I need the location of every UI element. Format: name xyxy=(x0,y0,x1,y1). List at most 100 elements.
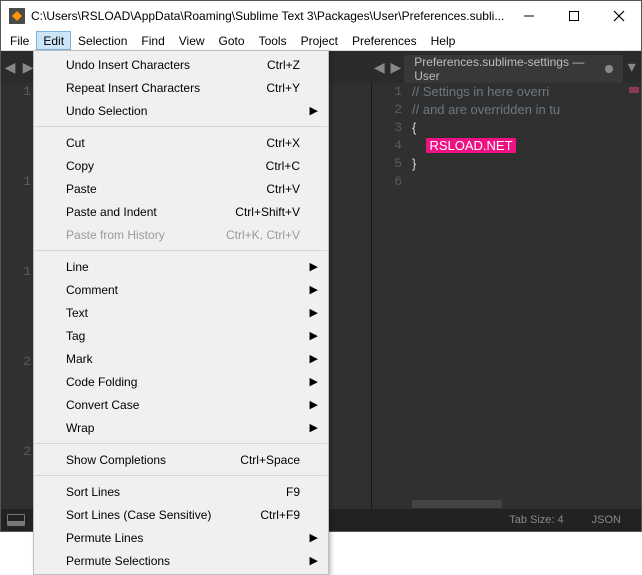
submenu-arrow-icon: ▶ xyxy=(310,421,318,434)
status-tab-size[interactable]: Tab Size: 4 xyxy=(495,514,577,526)
menu-separator xyxy=(35,443,327,444)
menu-item[interactable]: Repeat Insert Characters Ctrl+Y xyxy=(34,76,328,99)
line-number: 5 xyxy=(372,155,412,173)
code-content[interactable]: // Settings in here overri // and are ov… xyxy=(412,83,625,509)
menu-project[interactable]: Project xyxy=(294,31,345,50)
menu-item[interactable]: Tag▶ xyxy=(34,324,328,347)
menu-separator xyxy=(35,126,327,127)
menu-item: Paste from HistoryCtrl+K, Ctrl+V xyxy=(34,223,328,246)
menu-item[interactable]: Text▶ xyxy=(34,301,328,324)
maximize-button[interactable] xyxy=(551,1,596,31)
close-button[interactable] xyxy=(596,1,641,31)
menu-item-label: Line xyxy=(66,260,89,274)
menu-find[interactable]: Find xyxy=(134,31,171,50)
code-line: RSLOAD.NET xyxy=(412,137,625,155)
menu-item-label: Mark xyxy=(66,352,93,366)
menu-help[interactable]: Help xyxy=(424,31,463,50)
menu-separator xyxy=(35,250,327,251)
menu-item[interactable]: Undo Selection▶ xyxy=(34,99,328,122)
menu-item-label: Sort Lines (Case Sensitive) xyxy=(66,508,211,522)
menu-item[interactable]: Line▶ xyxy=(34,255,328,278)
submenu-arrow-icon: ▶ xyxy=(310,398,318,411)
code-line: // Settings in here overri xyxy=(412,83,625,101)
line-number: 3 xyxy=(372,119,412,137)
edit-menu-dropdown: Undo Insert CharactersCtrl+ZRepeat Inser… xyxy=(33,50,329,575)
tab-preferences[interactable]: Preferences.sublime-settings — User xyxy=(404,55,622,83)
menu-item-label: Sort Lines xyxy=(66,485,120,499)
menu-item-label: Paste xyxy=(66,182,97,196)
menu-edit[interactable]: Edit xyxy=(36,31,71,50)
menu-item[interactable]: Paste Ctrl+V xyxy=(34,177,328,200)
submenu-arrow-icon: ▶ xyxy=(310,375,318,388)
titlebar: C:\Users\RSLOAD\AppData\Roaming\Sublime … xyxy=(1,1,641,31)
menu-item-label: Code Folding xyxy=(66,375,137,389)
menu-item-shortcut: Ctrl+X xyxy=(266,136,300,150)
menu-item-label: Wrap xyxy=(66,421,94,435)
line-number: 1 xyxy=(372,83,412,101)
menu-item[interactable]: Sort Lines F9 xyxy=(34,480,328,503)
submenu-arrow-icon: ▶ xyxy=(310,306,318,319)
minimap[interactable] xyxy=(625,83,641,509)
menu-preferences[interactable]: Preferences xyxy=(345,31,424,50)
minimize-button[interactable] xyxy=(506,1,551,31)
menu-separator xyxy=(35,475,327,476)
scrollbar-thumb[interactable] xyxy=(412,500,502,508)
menu-item-label: Convert Case xyxy=(66,398,139,412)
horizontal-scrollbar[interactable] xyxy=(412,499,625,509)
menu-item-label: Comment xyxy=(66,283,118,297)
menu-selection[interactable]: Selection xyxy=(71,31,134,50)
menu-item-shortcut: Ctrl+V xyxy=(266,182,300,196)
menu-item[interactable]: Convert Case ▶ xyxy=(34,393,328,416)
menu-item[interactable]: Show Completions Ctrl+Space xyxy=(34,448,328,471)
menu-file[interactable]: File xyxy=(3,31,36,50)
code-line: } xyxy=(412,155,625,173)
menu-item[interactable]: Cut Ctrl+X xyxy=(34,131,328,154)
menu-item[interactable]: Code Folding ▶ xyxy=(34,370,328,393)
menu-view[interactable]: View xyxy=(172,31,212,50)
app-icon xyxy=(9,8,25,24)
window-title: C:\Users\RSLOAD\AppData\Roaming\Sublime … xyxy=(31,9,506,23)
menu-item-shortcut: Ctrl+Space xyxy=(240,453,300,467)
menu-item[interactable]: Wrap ▶ xyxy=(34,416,328,439)
line-number: 2 xyxy=(372,101,412,119)
highlighted-text: RSLOAD.NET xyxy=(426,138,515,153)
tab-menu-icon[interactable]: ▾ xyxy=(623,51,641,83)
menu-item-shortcut: F9 xyxy=(286,485,300,499)
submenu-arrow-icon: ▶ xyxy=(310,352,318,365)
menu-item[interactable]: Permute Selections▶ xyxy=(34,549,328,572)
menu-goto[interactable]: Goto xyxy=(212,31,252,50)
panel-toggle-icon[interactable] xyxy=(7,514,25,526)
window-controls xyxy=(506,1,641,31)
code-line: // and are overridden in tu xyxy=(412,101,625,119)
editor-pane-right[interactable]: 123456 // Settings in here overri // and… xyxy=(371,83,641,509)
menu-item[interactable]: Comment▶ xyxy=(34,278,328,301)
menu-item[interactable]: Paste and Indent Ctrl+Shift+V xyxy=(34,200,328,223)
code-line xyxy=(412,173,625,191)
menu-item[interactable]: Permute Lines▶ xyxy=(34,526,328,549)
menu-item-shortcut: Ctrl+Shift+V xyxy=(235,205,300,219)
tab-scroll-left-icon[interactable]: ◀ xyxy=(371,51,388,83)
menu-item-label: Repeat Insert Characters xyxy=(66,81,200,95)
line-number: 4 xyxy=(372,137,412,155)
menu-item-shortcut: Ctrl+K, Ctrl+V xyxy=(226,228,300,242)
menu-item-shortcut: Ctrl+Z xyxy=(267,58,300,72)
menu-item-label: Cut xyxy=(66,136,85,150)
menu-item-label: Permute Selections xyxy=(66,554,170,568)
submenu-arrow-icon: ▶ xyxy=(310,104,318,117)
menu-tools[interactable]: Tools xyxy=(252,31,294,50)
submenu-arrow-icon: ▶ xyxy=(310,329,318,342)
menu-item[interactable]: CopyCtrl+C xyxy=(34,154,328,177)
menu-item[interactable]: Sort Lines (Case Sensitive) Ctrl+F9 xyxy=(34,503,328,526)
menu-item-label: Paste and Indent xyxy=(66,205,157,219)
menu-item[interactable]: Mark ▶ xyxy=(34,347,328,370)
tab-label: Preferences.sublime-settings — User xyxy=(414,55,597,83)
tab-scroll-right-icon[interactable]: ▶ xyxy=(388,51,405,83)
status-syntax[interactable]: JSON xyxy=(578,514,635,526)
menubar: FileEditSelectionFindViewGotoToolsProjec… xyxy=(1,31,641,51)
menu-item-label: Show Completions xyxy=(66,453,166,467)
submenu-arrow-icon: ▶ xyxy=(310,531,318,544)
tab-scroll-left-icon[interactable]: ◀ xyxy=(1,51,19,83)
menu-item-shortcut: Ctrl+Y xyxy=(266,81,300,95)
menu-item-shortcut: Ctrl+F9 xyxy=(260,508,300,522)
menu-item[interactable]: Undo Insert CharactersCtrl+Z xyxy=(34,53,328,76)
